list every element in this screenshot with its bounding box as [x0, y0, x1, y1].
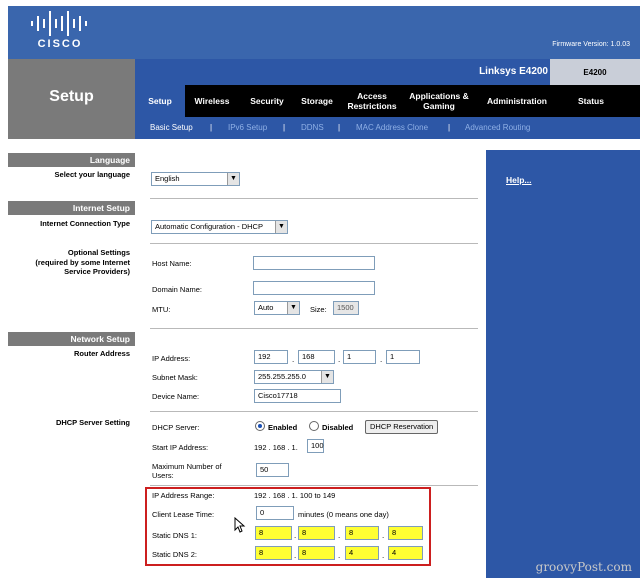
label-select-language: Select your language	[54, 170, 130, 179]
connection-type-select[interactable]: Automatic Configuration - DHCP ▼	[151, 220, 288, 234]
label-optional-note: (required by some Internet Service Provi…	[35, 258, 130, 276]
brand-bar	[8, 6, 640, 59]
subnet-mask-label: Subnet Mask:	[152, 373, 198, 382]
size-label: Size:	[310, 305, 327, 314]
dhcp-server-label: DHCP Server:	[152, 423, 200, 432]
tab-storage[interactable]: Storage	[295, 85, 339, 117]
start-ip-prefix: 192 . 168 . 1.	[254, 443, 298, 452]
start-ip-input[interactable]: 100	[307, 439, 324, 453]
section-network-setup: Network Setup	[8, 332, 135, 346]
router-ip-octet-1[interactable]: 192	[254, 350, 288, 364]
connection-type-value: Automatic Configuration - DHCP	[155, 222, 263, 231]
firmware-version: Firmware Version: 1.0.03	[552, 41, 630, 48]
subtab-basic-setup[interactable]: Basic Setup	[150, 123, 193, 132]
dhcp-enabled-radio[interactable]	[255, 421, 265, 431]
subtab-separator: |	[338, 123, 341, 132]
help-panel	[486, 150, 640, 578]
label-dhcp-setting: DHCP Server Setting	[55, 418, 130, 427]
chevron-down-icon: ▼	[321, 371, 333, 383]
dns-highlight-box	[145, 487, 431, 566]
tab-wireless[interactable]: Wireless	[188, 85, 236, 117]
subtab-separator: |	[283, 123, 286, 132]
watermark: groovyPost.com	[535, 560, 632, 574]
subnet-mask-value: 255.255.255.0	[258, 372, 306, 381]
mtu-size-input[interactable]: 1500	[333, 301, 359, 315]
divider	[150, 485, 478, 486]
octet-dot: .	[338, 355, 341, 364]
domain-name-input[interactable]	[253, 281, 375, 295]
subtab-advanced-routing[interactable]: Advanced Routing	[465, 123, 530, 132]
label-optional-settings: Optional Settings	[67, 248, 130, 257]
router-ip-octet-2[interactable]: 168	[298, 350, 335, 364]
tab-access-restrictions[interactable]: Access Restrictions	[343, 85, 401, 117]
host-name-input[interactable]	[253, 256, 375, 270]
mtu-label: MTU:	[152, 305, 171, 314]
subtab-separator: |	[448, 123, 451, 132]
max-users-input[interactable]: 50	[256, 463, 289, 477]
help-link[interactable]: Help...	[506, 175, 532, 185]
divider	[150, 411, 478, 412]
subtab-ipv6-setup[interactable]: IPv6 Setup	[228, 123, 267, 132]
language-select[interactable]: English ▼	[151, 172, 240, 186]
section-language: Language	[8, 153, 135, 167]
mtu-select[interactable]: Auto ▼	[254, 301, 300, 315]
label-connection-type: Internet Connection Type	[40, 219, 130, 228]
tab-status[interactable]: Status	[566, 85, 616, 117]
mouse-cursor-icon	[234, 517, 246, 533]
subtab-separator: |	[210, 123, 213, 132]
tab-setup[interactable]: Setup	[135, 85, 185, 117]
router-ip-octet-4[interactable]: 1	[386, 350, 420, 364]
octet-dot: .	[380, 355, 383, 364]
dhcp-disabled-label: Disabled	[322, 423, 354, 432]
chevron-down-icon: ▼	[227, 173, 239, 185]
divider	[150, 243, 478, 244]
mtu-value: Auto	[258, 303, 274, 312]
dhcp-disabled-radio[interactable]	[309, 421, 319, 431]
cisco-logo: CISCO	[31, 11, 87, 49]
model-name: Linksys E4200	[479, 66, 548, 77]
language-value: English	[155, 174, 180, 183]
chevron-down-icon: ▼	[275, 221, 287, 233]
device-name-label: Device Name:	[152, 392, 200, 401]
section-internet-setup: Internet Setup	[8, 201, 135, 215]
router-ip-octet-3[interactable]: 1	[343, 350, 376, 364]
device-name-input[interactable]: Cisco17718	[254, 389, 341, 403]
chevron-down-icon: ▼	[287, 302, 299, 314]
divider	[150, 328, 478, 329]
subnet-mask-select[interactable]: 255.255.255.0 ▼	[254, 370, 334, 384]
tab-administration[interactable]: Administration	[478, 85, 556, 117]
tab-security[interactable]: Security	[244, 85, 290, 117]
divider	[150, 198, 478, 199]
subtab-mac-address-clone[interactable]: MAC Address Clone	[356, 123, 428, 132]
subtab-ddns[interactable]: DDNS	[301, 123, 324, 132]
dhcp-reservation-button[interactable]: DHCP Reservation	[365, 420, 439, 434]
ip-address-label: IP Address:	[152, 354, 191, 363]
octet-dot: .	[292, 355, 295, 364]
host-name-label: Host Name:	[152, 259, 192, 268]
label-router-address: Router Address	[74, 349, 130, 358]
model-code: E4200	[550, 59, 640, 85]
dhcp-enabled-label: Enabled	[268, 423, 298, 432]
max-users-label: Maximum Number of Users:	[152, 462, 222, 480]
page-title: Setup	[49, 88, 94, 105]
start-ip-label: Start IP Address:	[152, 443, 209, 452]
tab-applications-gaming[interactable]: Applications & Gaming	[405, 85, 473, 117]
domain-name-label: Domain Name:	[152, 285, 203, 294]
brand-text: CISCO	[38, 38, 83, 49]
